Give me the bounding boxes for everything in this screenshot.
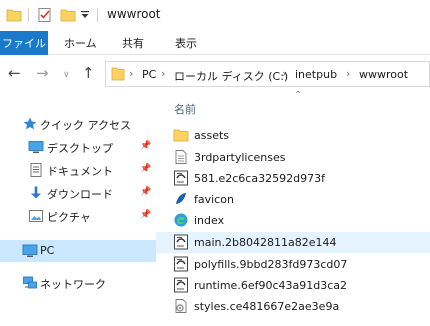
tab-share[interactable]: 共有 [122, 31, 144, 55]
sidebar-item-desktop[interactable]: デスクトップ 📌 [0, 136, 156, 158]
title-bar: wwwroot [0, 0, 430, 31]
file-name: assets [194, 129, 230, 142]
file-name: polyfills.9bbd283fd973cd07 [194, 258, 348, 271]
breadcrumb-wwwroot[interactable]: wwwroot [359, 68, 408, 81]
desktop-icon [28, 139, 44, 158]
tab-home[interactable]: ホーム [64, 31, 97, 55]
documents-icon [28, 162, 44, 181]
back-arrow-icon[interactable]: ← [8, 65, 21, 81]
file-row-index[interactable]: index [156, 210, 430, 231]
folder-icon [173, 127, 189, 146]
folder-icon [111, 66, 125, 85]
sidebar-item-pictures[interactable]: ピクチャ 📌 [0, 205, 156, 227]
file-name: runtime.6ef90c43a91d3ca2 [194, 279, 348, 292]
file-name: favicon [194, 193, 234, 206]
text-file-icon [173, 149, 189, 168]
sidebar-item-label: デスクトップ [47, 142, 113, 155]
file-list: ⌃ 名前 assets 3rdpartylicenses 581.e2c6ca3… [156, 90, 430, 326]
script-file-icon [173, 256, 189, 275]
network-icon [22, 275, 38, 294]
computer-icon [22, 243, 38, 262]
column-header-name[interactable]: 名前 [174, 101, 196, 117]
sort-ascending-icon: ⌃ [294, 90, 303, 101]
file-row-main[interactable]: main.2b8042811a82e144 [156, 232, 430, 253]
star-icon [22, 116, 38, 135]
address-bar[interactable]: › PC › ローカル ディスク (C:) › inetpub › wwwroo… [105, 61, 430, 87]
sidebar-item-network[interactable]: ネットワーク [0, 272, 156, 294]
pictures-icon [28, 208, 44, 227]
recent-locations-chevron-icon[interactable]: ∨ [63, 67, 70, 83]
tab-view[interactable]: 表示 [175, 31, 197, 55]
favicon-icon [173, 191, 189, 210]
file-row-runtime[interactable]: runtime.6ef90c43a91d3ca2 [156, 275, 430, 296]
file-name: index [194, 214, 225, 227]
window-title: wwwroot [107, 7, 161, 21]
pin-icon[interactable]: 📌 [140, 141, 151, 151]
customize-toolbar-icon[interactable] [80, 10, 90, 23]
file-row-favicon[interactable]: favicon [156, 189, 430, 210]
file-row-styles[interactable]: styles.ce481667e2ae3e9a [156, 296, 430, 317]
script-file-icon [173, 277, 189, 296]
breadcrumb-chevron-icon[interactable]: › [129, 67, 133, 80]
sidebar-item-label: ネットワーク [40, 278, 106, 291]
properties-icon[interactable] [37, 7, 53, 26]
file-row-polyfills[interactable]: polyfills.9bbd283fd973cd07 [156, 254, 430, 275]
toolbar-divider [97, 8, 98, 22]
sidebar-item-pc[interactable]: PC [0, 240, 156, 262]
sidebar-item-label: ドキュメント [47, 165, 113, 178]
sidebar-item-quick-access[interactable]: クイック アクセス [0, 113, 156, 135]
pin-icon[interactable]: 📌 [140, 164, 151, 174]
toolbar-divider [28, 8, 29, 22]
breadcrumb-chevron-icon[interactable]: › [161, 67, 165, 80]
file-row-581[interactable]: 581.e2c6ca32592d973f [156, 168, 430, 189]
folder-icon[interactable] [6, 7, 22, 26]
breadcrumb-local-disk[interactable]: ローカル ディスク (C:) [174, 68, 288, 84]
sidebar-item-documents[interactable]: ドキュメント 📌 [0, 159, 156, 181]
ribbon-tabs: ファイル ホーム 共有 表示 [0, 31, 430, 55]
breadcrumb-chevron-icon[interactable]: › [282, 67, 286, 80]
css-file-icon [173, 298, 189, 317]
sidebar-item-label: PC [40, 244, 55, 257]
tab-file[interactable]: ファイル [0, 31, 48, 55]
script-file-icon [173, 234, 189, 253]
file-name: styles.ce481667e2ae3e9a [194, 300, 340, 313]
sidebar-item-downloads[interactable]: ダウンロード 📌 [0, 182, 156, 204]
sidebar-item-label: クイック アクセス [40, 119, 131, 132]
sidebar-item-label: ダウンロード [47, 188, 113, 201]
navigation-pane: クイック アクセス デスクトップ 📌 ドキュメント 📌 ダウンロード 📌 ピクチ… [0, 93, 156, 326]
download-icon [28, 185, 44, 204]
script-file-icon [173, 170, 189, 189]
edge-html-icon [173, 212, 189, 231]
sidebar-item-label: ピクチャ [47, 211, 91, 224]
file-row-assets[interactable]: assets [156, 125, 430, 146]
forward-arrow-icon[interactable]: → [36, 65, 49, 81]
new-folder-icon[interactable] [60, 7, 76, 26]
pin-icon[interactable]: 📌 [140, 187, 151, 197]
up-arrow-icon[interactable]: ↑ [82, 65, 95, 81]
file-name: 581.e2c6ca32592d973f [194, 172, 325, 185]
pin-icon[interactable]: 📌 [140, 210, 151, 220]
breadcrumb-chevron-icon[interactable]: › [346, 67, 350, 80]
file-row-3rdpartylicenses[interactable]: 3rdpartylicenses [156, 147, 430, 168]
breadcrumb-pc[interactable]: PC [142, 68, 156, 81]
breadcrumb-inetpub[interactable]: inetpub [295, 68, 337, 81]
file-name: 3rdpartylicenses [194, 151, 286, 164]
file-name: main.2b8042811a82e144 [194, 236, 337, 249]
